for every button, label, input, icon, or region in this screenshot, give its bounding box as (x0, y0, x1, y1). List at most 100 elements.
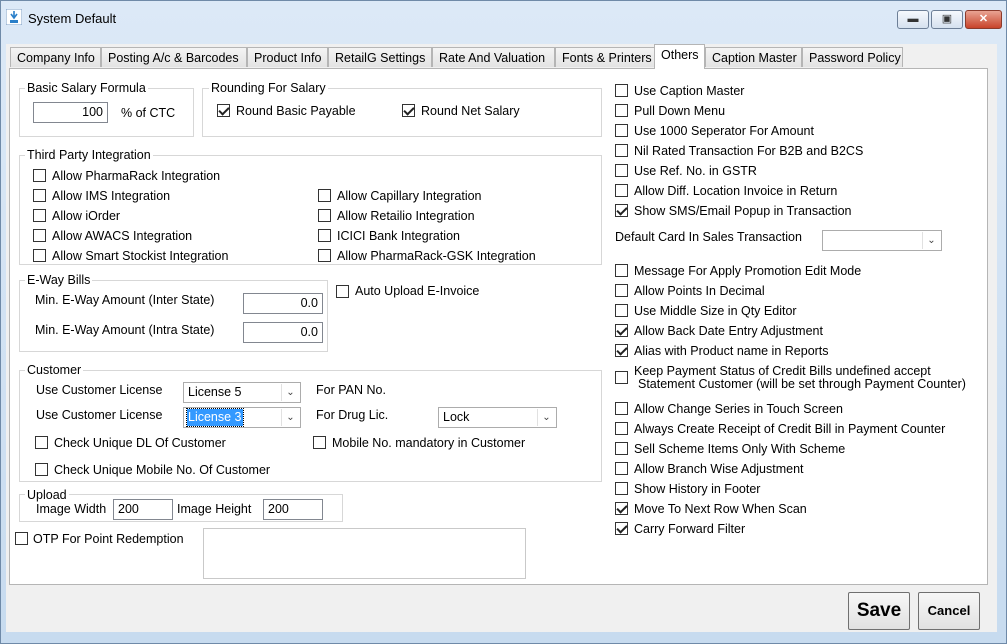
history-footer-checkbox[interactable] (615, 482, 628, 495)
save-button[interactable]: Save (848, 592, 910, 630)
auto-upload-checkbox[interactable] (336, 285, 349, 298)
eway-intra-input[interactable]: 0.0 (243, 322, 323, 343)
nil-rated-checkbox[interactable] (615, 144, 628, 157)
carry-forward-filter-checkbox[interactable] (615, 522, 628, 535)
pharmarack-gsk-label: Allow PharmaRack-GSK Integration (337, 249, 536, 263)
otp-checkbox[interactable] (15, 532, 28, 545)
diff-location-return-label: Allow Diff. Location Invoice in Return (634, 184, 838, 198)
image-height-input[interactable]: 200 (263, 499, 323, 520)
customer-group-label: Customer (25, 363, 84, 377)
image-width-input[interactable]: 200 (113, 499, 173, 520)
customer-license-drug-select[interactable]: License 3 ⌄ (183, 407, 301, 428)
customer-license-pan-value: License 5 (188, 385, 242, 399)
thousand-separator-label: Use 1000 Seperator For Amount (634, 124, 814, 138)
title-bar[interactable]: System Default ▬ ▣ ✕ (1, 1, 1006, 33)
customer-license-drug-label: Use Customer License (36, 408, 163, 422)
image-width-label: Image Width (36, 502, 107, 516)
create-receipt-label: Always Create Receipt of Credit Bill in … (634, 422, 946, 436)
chevron-down-icon[interactable]: ⌄ (537, 409, 555, 426)
chevron-down-icon[interactable]: ⌄ (922, 232, 940, 249)
unique-mobile-label: Check Unique Mobile No. Of Customer (54, 463, 271, 477)
carry-forward-filter-label: Carry Forward Filter (634, 522, 746, 536)
tab-fonts-printers[interactable]: Fonts & Printers (555, 47, 655, 67)
third-party-group-label: Third Party Integration (25, 148, 153, 162)
default-card-select[interactable]: ⌄ (822, 230, 942, 251)
branch-wise-adjustment-checkbox[interactable] (615, 462, 628, 475)
tab-password-policy[interactable]: Password Policy (802, 47, 903, 67)
pharmarack-gsk-checkbox[interactable] (318, 249, 331, 262)
awacs-label: Allow AWACS Integration (52, 229, 193, 243)
promotion-edit-checkbox[interactable] (615, 264, 628, 277)
notes-textarea[interactable] (203, 528, 526, 579)
unique-dl-checkbox[interactable] (35, 436, 48, 449)
round-net-label: Round Net Salary (421, 104, 520, 118)
retailio-checkbox[interactable] (318, 209, 331, 222)
pharmarack-checkbox[interactable] (33, 169, 46, 182)
close-button[interactable]: ✕ (965, 10, 1002, 29)
tab-others[interactable]: Others (654, 44, 705, 69)
chevron-down-icon[interactable]: ⌄ (281, 384, 299, 401)
sms-email-popup-checkbox[interactable] (615, 204, 628, 217)
mobile-mandatory-checkbox[interactable] (313, 436, 326, 449)
middle-size-qty-label: Use Middle Size in Qty Editor (634, 304, 797, 318)
customer-license-pan-label: Use Customer License (36, 383, 163, 397)
alias-product-name-checkbox[interactable] (615, 344, 628, 357)
mobile-mandatory-label: Mobile No. mandatory in Customer (332, 436, 526, 450)
sell-scheme-label: Sell Scheme Items Only With Scheme (634, 442, 846, 456)
nil-rated-label: Nil Rated Transaction For B2B and B2CS (634, 144, 864, 158)
awacs-checkbox[interactable] (33, 229, 46, 242)
maximize-button[interactable]: ▣ (931, 10, 963, 29)
round-basic-checkbox[interactable] (217, 104, 230, 117)
upload-group-label: Upload (25, 488, 69, 502)
tab-caption-master[interactable]: Caption Master (705, 47, 802, 67)
smart-stockist-checkbox[interactable] (33, 249, 46, 262)
for-pan-label: For PAN No. (316, 383, 386, 397)
create-receipt-checkbox[interactable] (615, 422, 628, 435)
points-decimal-checkbox[interactable] (615, 284, 628, 297)
close-icon: ✕ (978, 13, 989, 25)
iorder-checkbox[interactable] (33, 209, 46, 222)
use-caption-master-checkbox[interactable] (615, 84, 628, 97)
customer-license-drug-value: License 3 (186, 408, 244, 427)
customer-license-pan-select[interactable]: License 5 ⌄ (183, 382, 301, 403)
pull-down-menu-checkbox[interactable] (615, 104, 628, 117)
app-icon (6, 9, 22, 25)
tab-retailg-settings[interactable]: RetailG Settings (328, 47, 432, 67)
pharmarack-label: Allow PharmaRack Integration (52, 169, 221, 183)
icici-checkbox[interactable] (318, 229, 331, 242)
smart-stockist-label: Allow Smart Stockist Integration (52, 249, 229, 263)
minimize-button[interactable]: ▬ (897, 10, 929, 29)
basic-salary-input[interactable]: 100 (33, 102, 108, 123)
drug-lic-action-select[interactable]: Lock ⌄ (438, 407, 557, 428)
eway-intra-label: Min. E-Way Amount (Intra State) (35, 323, 215, 337)
tab-rate-and-valuation[interactable]: Rate And Valuation (432, 47, 555, 67)
window-title: System Default (28, 11, 117, 26)
ref-no-gstr-checkbox[interactable] (615, 164, 628, 177)
thousand-separator-checkbox[interactable] (615, 124, 628, 137)
keep-payment-status-checkbox[interactable] (615, 371, 628, 384)
keep-payment-status-label-1: Keep Payment Status of Credit Bills unde… (634, 364, 931, 378)
tab-posting-ac-barcodes[interactable]: Posting A/c & Barcodes (101, 47, 247, 67)
chevron-down-icon[interactable]: ⌄ (281, 409, 299, 426)
eway-group-label: E-Way Bills (25, 273, 93, 287)
round-net-checkbox[interactable] (402, 104, 415, 117)
change-series-checkbox[interactable] (615, 402, 628, 415)
tab-product-info[interactable]: Product Info (247, 47, 328, 67)
next-row-scan-checkbox[interactable] (615, 502, 628, 515)
unique-mobile-checkbox[interactable] (35, 463, 48, 476)
maximize-icon: ▣ (941, 13, 953, 25)
unique-dl-label: Check Unique DL Of Customer (54, 436, 226, 450)
middle-size-qty-checkbox[interactable] (615, 304, 628, 317)
sms-email-popup-label: Show SMS/Email Popup in Transaction (634, 204, 852, 218)
image-height-label: Image Height (177, 502, 252, 516)
eway-inter-input[interactable]: 0.0 (243, 293, 323, 314)
cancel-button[interactable]: Cancel (918, 592, 980, 630)
branch-wise-adjustment-label: Allow Branch Wise Adjustment (634, 462, 804, 476)
promotion-edit-label: Message For Apply Promotion Edit Mode (634, 264, 862, 278)
ims-checkbox[interactable] (33, 189, 46, 202)
diff-location-return-checkbox[interactable] (615, 184, 628, 197)
tab-company-info[interactable]: Company Info (10, 47, 101, 67)
capillary-checkbox[interactable] (318, 189, 331, 202)
back-date-entry-checkbox[interactable] (615, 324, 628, 337)
sell-scheme-checkbox[interactable] (615, 442, 628, 455)
